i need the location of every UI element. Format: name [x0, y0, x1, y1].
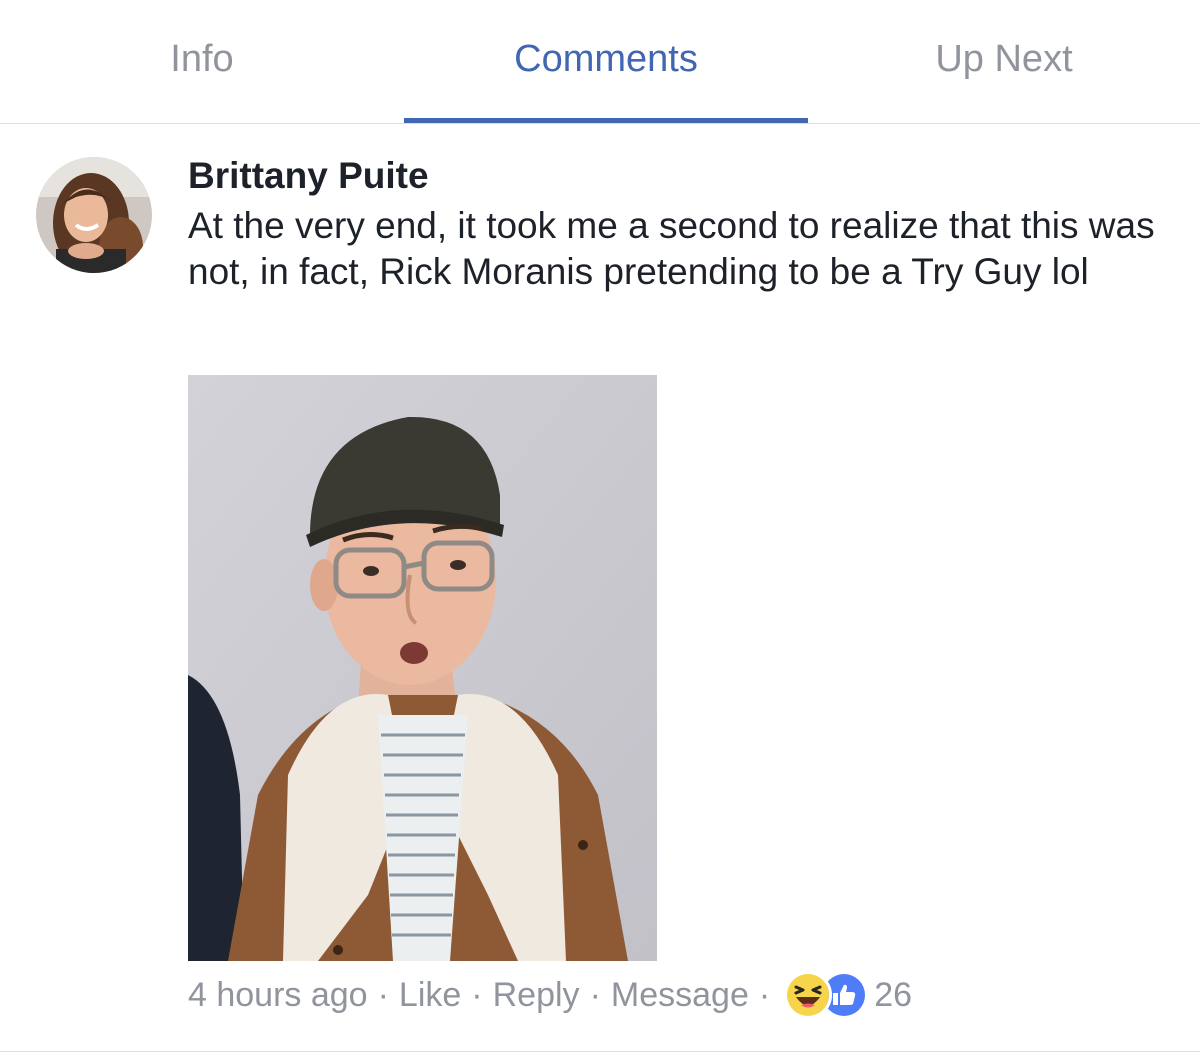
reaction-count[interactable]: 26 — [874, 976, 912, 1015]
separator: · — [758, 975, 771, 1014]
active-tab-indicator — [404, 118, 808, 123]
reply-button[interactable]: Reply — [493, 976, 580, 1015]
tab-bar: Info Comments Up Next — [0, 0, 1200, 124]
timestamp[interactable]: 4 hours ago — [188, 976, 368, 1015]
tab-info[interactable]: Info — [0, 0, 404, 123]
tab-comments[interactable]: Comments — [404, 0, 808, 123]
separator: · — [377, 975, 389, 1014]
comment-text: At the very end, it took me a second to … — [188, 205, 1155, 292]
avatar[interactable] — [36, 157, 152, 273]
comment-meta: 4 hours ago · Like · Reply · Message · 2… — [188, 970, 912, 1020]
divider — [0, 1051, 1200, 1052]
comment-author[interactable]: Brittany Puite — [188, 155, 429, 197]
haha-icon — [784, 971, 833, 1019]
like-button[interactable]: Like — [399, 976, 461, 1015]
tab-up-next[interactable]: Up Next — [808, 0, 1200, 123]
comment-photo[interactable] — [188, 375, 657, 961]
message-button[interactable]: Message — [611, 976, 749, 1015]
separator: · — [589, 975, 601, 1014]
reactions[interactable] — [784, 971, 869, 1019]
separator: · — [471, 975, 483, 1014]
